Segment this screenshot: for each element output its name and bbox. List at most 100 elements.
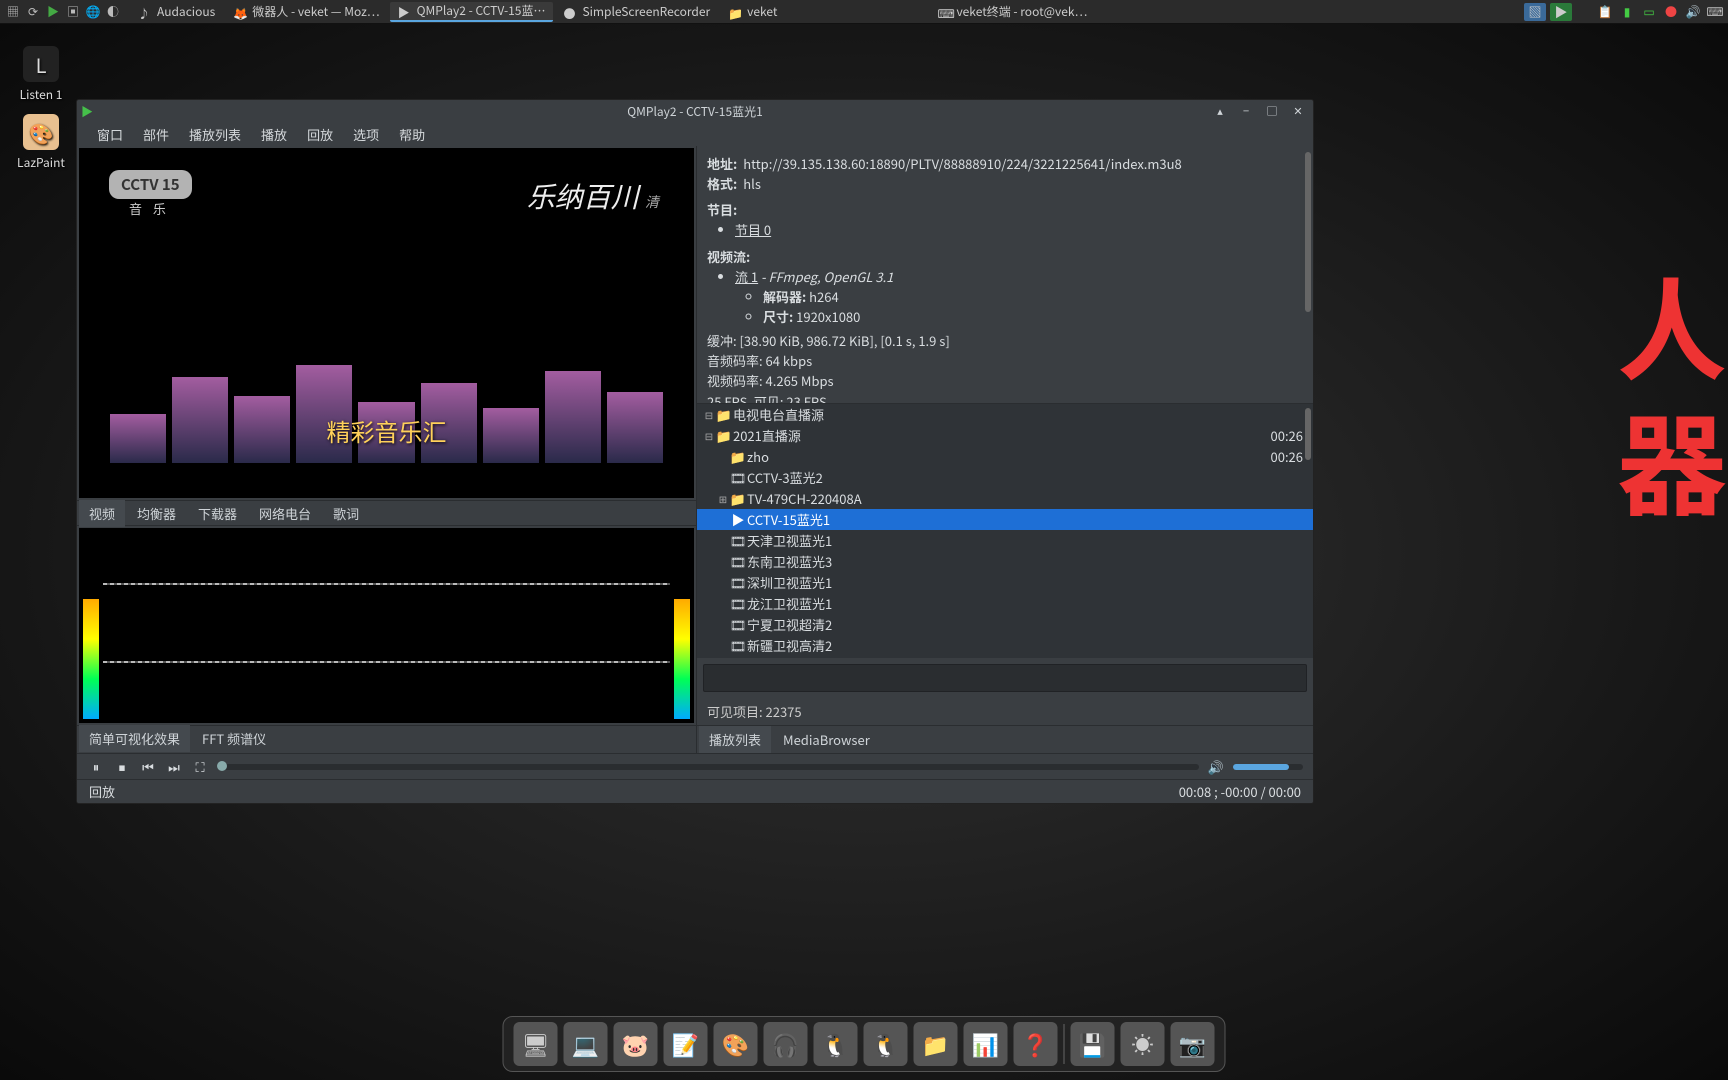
menu-部件[interactable]: 部件: [135, 123, 177, 146]
keyboard-icon[interactable]: ⌨: [1706, 3, 1724, 21]
pin-button[interactable]: ▴: [1209, 103, 1231, 119]
meter-right: [674, 599, 690, 719]
dock-item-4[interactable]: 🎨: [714, 1022, 758, 1066]
dock-item-6[interactable]: 🐧: [814, 1022, 858, 1066]
dock-item-9[interactable]: 📊: [964, 1022, 1008, 1066]
dock-item-3[interactable]: 📝: [664, 1022, 708, 1066]
playlist-item-label: 深圳卫视蓝光1: [747, 573, 832, 592]
task-filemgr[interactable]: 📁veket: [720, 2, 785, 22]
size-value: 1920x1080: [796, 307, 860, 326]
tray-app2-icon[interactable]: ▶: [1550, 3, 1572, 21]
playlist-item-duration: 00:26: [1271, 447, 1303, 466]
lazpaint-icon: 🎨: [23, 114, 59, 150]
pause-button[interactable]: ⏸: [87, 758, 105, 776]
volume-icon[interactable]: 🔊: [1684, 3, 1702, 21]
playlist-filter-input[interactable]: [703, 664, 1307, 692]
task-qmplay2[interactable]: ▶QMPlay2 - CCTV-15蓝…: [390, 2, 554, 22]
pl-tab-0[interactable]: 播放列表: [699, 726, 771, 753]
volume-slider[interactable]: [1233, 764, 1303, 770]
sync-icon[interactable]: ⟳: [24, 3, 42, 21]
arate-value: 音频码率: 64 kbps: [707, 351, 1303, 371]
playlist-item[interactable]: ▶CCTV-15蓝光1: [697, 509, 1313, 530]
viz-tab-1[interactable]: FFT 频谱仪: [192, 725, 276, 752]
dock-item-0[interactable]: 🖥: [514, 1022, 558, 1066]
playlist-item[interactable]: 🎞东南卫视蓝光3: [697, 551, 1313, 572]
playlist-scrollbar[interactable]: [1305, 408, 1311, 460]
net-icon[interactable]: ▭: [1640, 3, 1658, 21]
minimize-button[interactable]: −: [1235, 103, 1257, 119]
dock-item-13[interactable]: ☀: [1121, 1022, 1165, 1066]
titlebar[interactable]: ▶ QMPlay2 - CCTV-15蓝光1 ▴ − □ ✕: [77, 100, 1313, 122]
task-ssr[interactable]: ●SimpleScreenRecorder: [555, 2, 718, 22]
battery-icon[interactable]: ▮: [1618, 3, 1636, 21]
playlist-item[interactable]: 🎞CCTV-3蓝光2: [697, 467, 1313, 488]
desktop-icon-lazpaint[interactable]: 🎨LazPaint: [6, 114, 76, 171]
maximize-button[interactable]: □: [1261, 103, 1283, 119]
stop-button[interactable]: ⏹: [113, 758, 131, 776]
playlist-item[interactable]: ⊞📁TV-479CH-220408A: [697, 488, 1313, 509]
next-button[interactable]: ⏭: [165, 758, 183, 776]
dock-item-10[interactable]: ❓: [1014, 1022, 1058, 1066]
playlist-item-label: 龙江卫视蓝光1: [747, 594, 832, 613]
task-firefox[interactable]: 🦊微器人 - veket — Moz…: [225, 2, 387, 22]
viz-tab-0[interactable]: 简单可视化效果: [79, 725, 190, 752]
close-button[interactable]: ✕: [1287, 103, 1309, 119]
left-tab-1[interactable]: 均衡器: [127, 500, 186, 527]
dock-item-14[interactable]: 📷: [1171, 1022, 1215, 1066]
tree-toggle-icon[interactable]: ⊞: [717, 491, 729, 506]
video-area[interactable]: CCTV 15 音 乐 乐纳百川 清 精彩音乐汇: [79, 148, 694, 498]
menu-选项[interactable]: 选项: [345, 123, 387, 146]
tree-toggle-icon[interactable]: ⊟: [703, 407, 715, 422]
mute-button[interactable]: 🔊: [1207, 758, 1225, 776]
menu-帮助[interactable]: 帮助: [391, 123, 433, 146]
task-label: 微器人 - veket — Moz…: [252, 3, 379, 20]
playlist-item[interactable]: 🎞天津卫视蓝光1: [697, 530, 1313, 551]
circle-icon[interactable]: ◐: [104, 3, 122, 21]
tray-app1-icon[interactable]: ▧: [1524, 3, 1546, 21]
film-icon: 🎞: [729, 615, 747, 634]
playlist-item[interactable]: ⊟📁2021直播源00:26: [697, 425, 1313, 446]
playlist-item[interactable]: 📁zho00:26: [697, 446, 1313, 467]
menu-播放[interactable]: 播放: [253, 123, 295, 146]
info-scrollbar[interactable]: [1305, 152, 1311, 312]
clipboard-icon[interactable]: 📋: [1596, 3, 1614, 21]
folder-icon: 📁: [729, 447, 747, 466]
tree-toggle-icon[interactable]: ⊟: [703, 428, 715, 443]
fullscreen-button[interactable]: ⛶: [191, 758, 209, 776]
dock-item-8[interactable]: 📁: [914, 1022, 958, 1066]
menu-icon[interactable]: ▦: [4, 3, 22, 21]
left-tab-4[interactable]: 歌词: [323, 500, 369, 527]
task-terminal[interactable]: ⌨veket终端 - root@vek…: [929, 2, 1095, 22]
dock-item-12[interactable]: 💾: [1071, 1022, 1115, 1066]
playlist-item-label: 新疆卫视高清2: [747, 636, 832, 655]
vstream-item[interactable]: 流 1: [735, 267, 758, 286]
left-tab-0[interactable]: 视频: [79, 500, 125, 527]
menu-窗口[interactable]: 窗口: [89, 123, 131, 146]
dock-item-1[interactable]: 💻: [564, 1022, 608, 1066]
play-icon[interactable]: ▶: [44, 3, 62, 21]
playlist-item[interactable]: 🎞新疆卫视高清2: [697, 635, 1313, 656]
meter-left: [83, 599, 99, 719]
left-tab-2[interactable]: 下载器: [188, 500, 247, 527]
record-icon[interactable]: ●: [1662, 3, 1680, 21]
terminal-icon[interactable]: ▣: [64, 3, 82, 21]
menu-播放列表[interactable]: 播放列表: [181, 123, 249, 146]
left-tab-3[interactable]: 网络电台: [249, 500, 321, 527]
prev-button[interactable]: ⏮: [139, 758, 157, 776]
seek-bar[interactable]: [217, 764, 1199, 770]
dock-item-2[interactable]: 🐷: [614, 1022, 658, 1066]
menu-回放[interactable]: 回放: [299, 123, 341, 146]
prog-item[interactable]: 节目 0: [735, 220, 771, 239]
playlist-item[interactable]: ⊟📁电视电台直播源: [697, 404, 1313, 425]
globe-icon[interactable]: 🌐: [84, 3, 102, 21]
playlist-item[interactable]: 🎞龙江卫视蓝光1: [697, 593, 1313, 614]
pl-tab-1[interactable]: MediaBrowser: [773, 726, 880, 753]
dock-item-5[interactable]: 🎧: [764, 1022, 808, 1066]
task-icon: ●: [563, 5, 577, 19]
playlist-item[interactable]: 🎞深圳卫视蓝光1: [697, 572, 1313, 593]
playlist-item[interactable]: 🎞宁夏卫视超清2: [697, 614, 1313, 635]
player-controls: ⏸ ⏹ ⏮ ⏭ ⛶ 🔊: [77, 753, 1313, 779]
desktop-icon-listen1[interactable]: LListen 1: [6, 46, 76, 103]
task-audacious[interactable]: ♪Audacious: [130, 2, 223, 22]
dock-item-7[interactable]: 🐧: [864, 1022, 908, 1066]
